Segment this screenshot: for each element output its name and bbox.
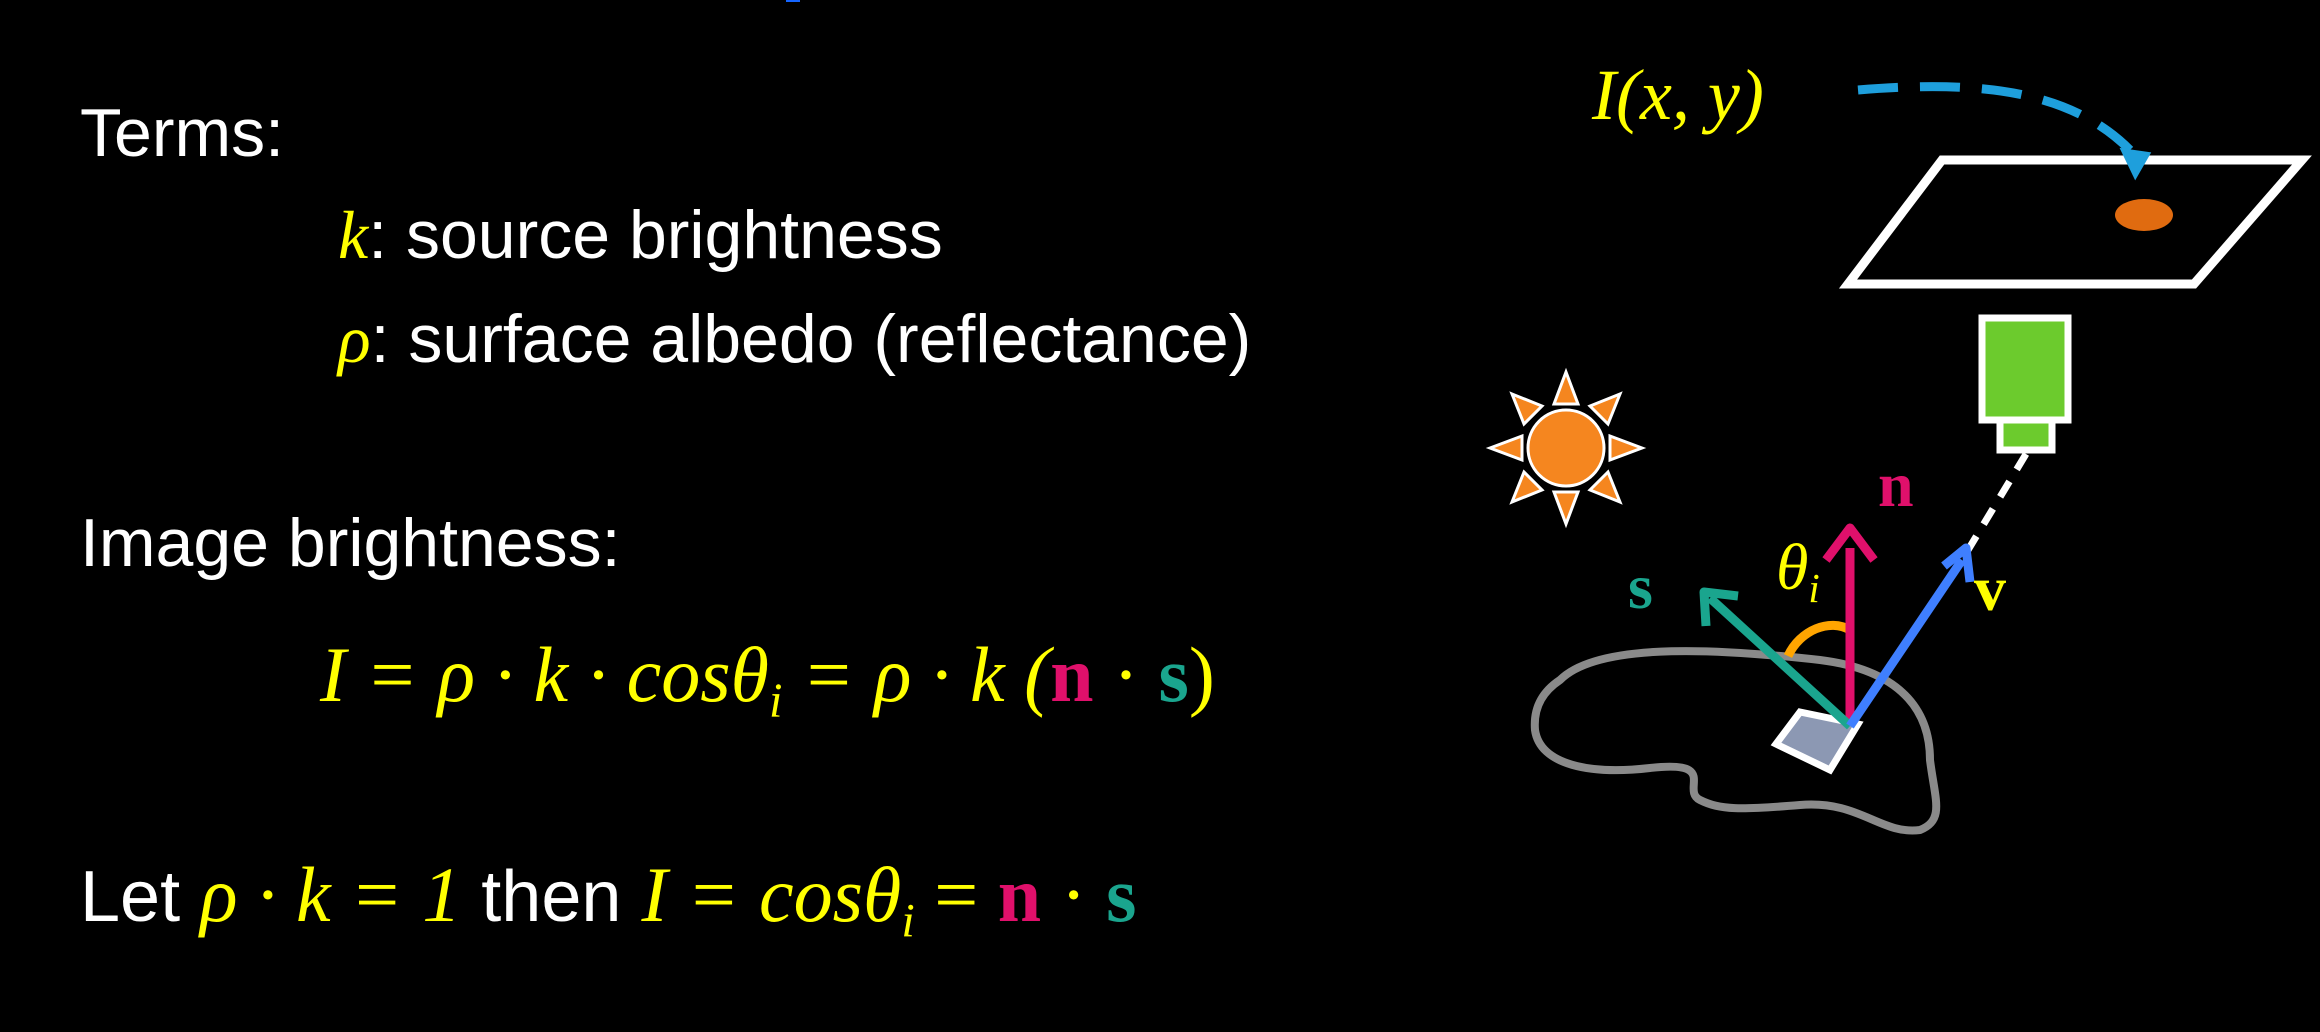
image-dashed-curve: [1857, 82, 2134, 154]
view-dashed-line: [1959, 452, 2029, 562]
reflection-diagram: [1485, 82, 2312, 835]
camera-body: [1978, 314, 2072, 424]
image-intensity-label: I(x, y): [1592, 55, 1764, 135]
angle-label: θi: [1776, 531, 1820, 612]
view-label: v: [1974, 553, 2006, 624]
source-label: s: [1628, 551, 1653, 622]
image-dashed-arrowhead: [2119, 147, 2152, 181]
angle-arc: [1783, 620, 1853, 659]
image-point: [2115, 199, 2173, 231]
surface-outline: [1530, 647, 1941, 835]
camera-lens: [1996, 416, 2056, 454]
normal-label: n: [1878, 449, 1914, 520]
image-plane: [1838, 155, 2312, 289]
sun-icon: [1485, 367, 1647, 529]
